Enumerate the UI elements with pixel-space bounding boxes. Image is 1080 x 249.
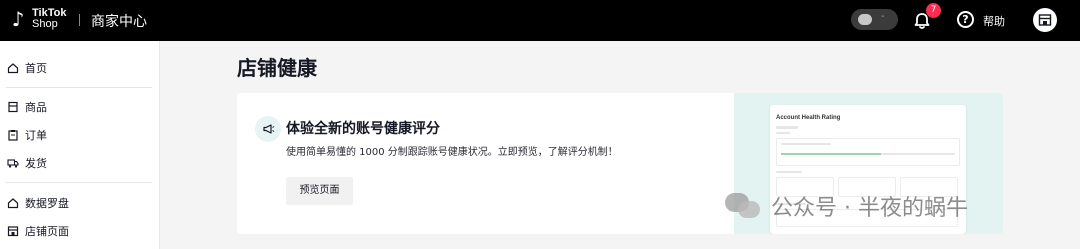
tiktok-shop-logo[interactable]: ♪ TikTok Shop [8, 7, 67, 31]
help-link[interactable]: 帮助 [983, 13, 1005, 29]
store-avatar-icon [1038, 14, 1052, 26]
sidebar-divider [6, 87, 152, 88]
sidebar-item-label: 发货 [25, 157, 47, 170]
card-heading: 体验全新的账号健康评分 [286, 121, 440, 137]
sidebar-item-label: 订单 [25, 129, 47, 142]
page-title: 店铺健康 [237, 56, 317, 80]
notification-badge: 7 [926, 3, 941, 18]
shop-avatar[interactable] [1033, 8, 1057, 32]
store-icon [7, 225, 19, 237]
home-icon [7, 62, 19, 74]
top-bar: ♪ TikTok Shop 商家中心 - 7 ? 帮助 [0, 0, 1080, 41]
sidebar-item-orders[interactable]: 订单 [0, 123, 160, 147]
sidebar-item-label: 店铺页面 [25, 225, 69, 238]
order-icon [7, 129, 19, 141]
card-description: 使用简单易懂的 1000 分制跟踪账号健康状况。立即预览，了解评分机制！ [286, 147, 618, 158]
product-icon [7, 101, 19, 113]
watermark-text: 公众号 · 半夜的蜗牛 [771, 196, 968, 221]
mockup-title: Account Health Rating [776, 115, 841, 121]
sidebar-item-home[interactable]: 首页 [0, 56, 160, 80]
preview-page-button[interactable]: 预览页面 [286, 177, 353, 205]
sidebar-item-label: 数据罗盘 [25, 197, 69, 210]
mockup-score-panel [776, 138, 960, 166]
sidebar-item-products[interactable]: 商品 [0, 95, 160, 119]
announcement-icon [255, 116, 281, 142]
sidebar-item-store-page[interactable]: 店铺页面 [0, 219, 160, 243]
truck-icon [7, 157, 19, 169]
compass-icon [7, 197, 19, 209]
logo-line-2: Shop [32, 18, 58, 30]
app-title: 商家中心 [91, 14, 147, 30]
wechat-watermark: 公众号 · 半夜的蜗牛 [725, 190, 968, 222]
sidebar-item-label: 首页 [25, 62, 47, 75]
sidebar-item-shipping[interactable]: 发货 [0, 151, 160, 175]
chat-bubble-icon [858, 14, 872, 25]
tiktok-note-icon: ♪ [11, 7, 25, 31]
sidebar-item-label: 商品 [25, 101, 47, 114]
sidebar-item-data-compass[interactable]: 数据罗盘 [0, 191, 160, 215]
chat-button[interactable]: - [851, 9, 898, 30]
sidebar: 首页 商品 订单 发货 数据罗盘 店铺页面 [0, 41, 160, 249]
wechat-icon [725, 191, 761, 221]
chat-status-text: - [881, 11, 885, 22]
topbar-divider [79, 14, 80, 26]
help-icon[interactable]: ? [957, 11, 974, 28]
sidebar-divider [6, 182, 152, 183]
